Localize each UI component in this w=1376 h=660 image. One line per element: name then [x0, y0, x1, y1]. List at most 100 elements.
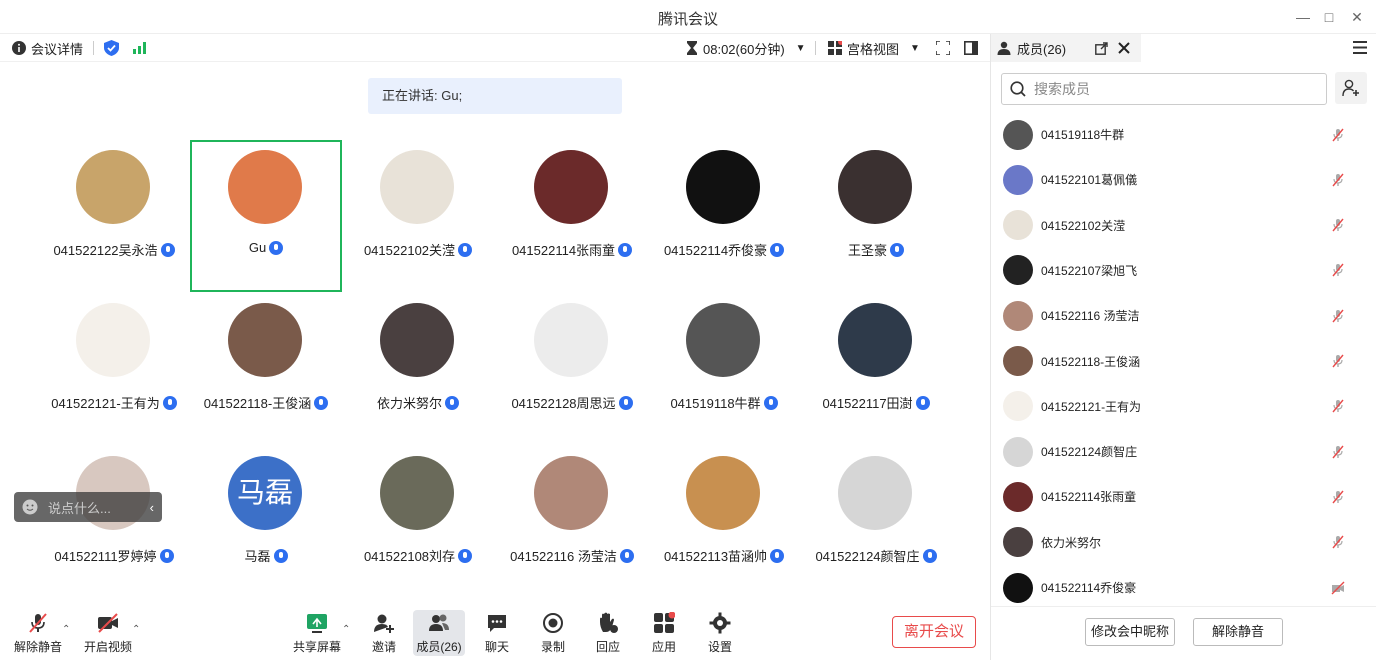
member-name: 041522121-王有为: [1041, 399, 1142, 414]
video-tile[interactable]: 041522102关滢: [342, 140, 494, 292]
share-screen-button[interactable]: 共享屏幕: [289, 610, 345, 656]
mic-icon: [770, 548, 785, 563]
start-video-button[interactable]: 开启视频: [80, 610, 136, 656]
mic-muted-icon[interactable]: [1331, 399, 1345, 413]
member-row[interactable]: 041522102关滢: [991, 203, 1376, 248]
sidebar-toggle-icon[interactable]: [964, 41, 978, 55]
avatar: [76, 150, 150, 224]
chat-button[interactable]: 聊天: [469, 610, 525, 656]
member-row[interactable]: 041522116 汤莹洁: [991, 293, 1376, 338]
close-panel-icon[interactable]: [1118, 42, 1130, 54]
maximize-icon[interactable]: □: [1318, 6, 1340, 28]
participant-name: 041522128周思远: [486, 393, 658, 412]
chevron-left-icon[interactable]: ‹: [150, 500, 154, 515]
meeting-details-button[interactable]: 会议详情: [12, 39, 83, 57]
mic-muted-icon[interactable]: [1331, 173, 1345, 187]
signal-icon[interactable]: [133, 42, 147, 54]
avatar: [76, 303, 150, 377]
members-panel: 成员(26) 搜索成员 041519118牛群 041522101葛佩儀 04152…: [990, 34, 1376, 660]
video-tile[interactable]: 041522114乔俊豪: [648, 140, 800, 292]
avatar: [1003, 527, 1033, 558]
member-row[interactable]: 041522107梁旭飞: [991, 248, 1376, 293]
chat-quick-input[interactable]: 说点什么... ‹: [14, 492, 162, 522]
video-tile[interactable]: 041522113苗涵帅: [648, 446, 800, 598]
info-icon: [12, 41, 26, 55]
unmute-button[interactable]: 解除静音: [10, 610, 66, 656]
video-tile[interactable]: 041522111罗婷婷: [38, 446, 190, 598]
mic-muted-icon[interactable]: [1331, 354, 1345, 368]
video-tile[interactable]: 041522108刘存: [342, 446, 494, 598]
member-row[interactable]: 041522101葛佩儀: [991, 157, 1376, 202]
avatar: [534, 150, 608, 224]
chat-placeholder: 说点什么...: [48, 500, 111, 516]
member-row[interactable]: 041522121-王有为: [991, 384, 1376, 429]
member-row[interactable]: 041522118-王俊涵: [991, 339, 1376, 384]
fullscreen-icon[interactable]: [936, 41, 950, 55]
video-tile[interactable]: 041519118牛群: [648, 293, 800, 445]
video-tile[interactable]: 041522124颜智庄: [800, 446, 952, 598]
invite-member-button[interactable]: [1335, 72, 1367, 104]
member-name: 041522114张雨童: [1041, 490, 1137, 505]
camera-off-icon[interactable]: [1331, 581, 1345, 595]
members-panel-footer: 修改会中昵称 解除静音: [991, 606, 1376, 660]
participant-name-text: 041522114乔俊豪: [663, 243, 768, 258]
chevron-up-icon[interactable]: ⌃: [342, 624, 350, 635]
mic-muted-icon[interactable]: [1331, 445, 1345, 459]
chevron-up-icon[interactable]: ⌃: [132, 624, 140, 635]
participant-name: 马磊: [180, 546, 352, 565]
video-tile[interactable]: 马磊 马磊: [190, 446, 342, 598]
video-tile[interactable]: 依力米努尔: [342, 293, 494, 445]
shield-icon[interactable]: [104, 40, 119, 56]
view-layout-button[interactable]: 宫格视图 ▼: [828, 39, 920, 57]
mic-muted-icon[interactable]: [1331, 490, 1345, 504]
mic-muted-icon[interactable]: [1331, 218, 1345, 232]
leave-meeting-button[interactable]: 离开会议: [892, 616, 976, 648]
participant-name: 依力米努尔: [332, 393, 504, 412]
members-panel-header: 成员(26): [991, 34, 1376, 62]
member-row[interactable]: 041522114张雨童: [991, 474, 1376, 519]
mic-icon: [890, 242, 904, 257]
member-row[interactable]: 041522124颜智庄: [991, 429, 1376, 474]
participant-name-text: Gu: [248, 240, 267, 255]
popout-icon[interactable]: [1095, 42, 1108, 55]
video-tile[interactable]: 041522114张雨童: [496, 140, 648, 292]
mic-muted-icon[interactable]: [1331, 263, 1345, 277]
meeting-timer[interactable]: 08:02(60分钟) ▼: [686, 39, 806, 57]
mic-muted-icon[interactable]: [1331, 535, 1345, 549]
member-row[interactable]: 依力米努尔: [991, 520, 1376, 565]
member-row[interactable]: 041519118牛群: [991, 112, 1376, 157]
invite-button[interactable]: 邀请: [356, 610, 412, 656]
record-button[interactable]: 录制: [525, 610, 581, 656]
grid-view-icon: [828, 41, 842, 55]
unmute-request-button[interactable]: 解除静音: [1193, 618, 1283, 646]
chevron-up-icon[interactable]: ⌃: [62, 624, 70, 635]
participant-name-text: 041522108刘存: [363, 549, 456, 564]
apps-button[interactable]: 应用: [636, 610, 692, 656]
video-tile[interactable]: 041522118-王俊涵: [190, 293, 342, 445]
mic-muted-icon[interactable]: [1331, 128, 1345, 142]
video-tile[interactable]: 041522122吴永浩: [38, 140, 190, 292]
video-tile[interactable]: 041522121-王有为: [38, 293, 190, 445]
participant-name-text: 041522124颜智庄: [815, 549, 920, 564]
view-layout-label: 宫格视图: [847, 41, 900, 57]
members-button[interactable]: 成员(26): [413, 610, 465, 656]
mic-icon: [458, 548, 473, 563]
mic-muted-icon[interactable]: [1331, 309, 1345, 323]
video-tile[interactable]: 041522128周思远: [496, 293, 648, 445]
search-placeholder: 搜索成员: [1034, 81, 1090, 97]
avatar: [1003, 572, 1033, 603]
close-icon[interactable]: ✕: [1346, 6, 1368, 28]
menu-icon[interactable]: [1353, 41, 1367, 54]
emoji-icon[interactable]: [22, 499, 38, 515]
member-row[interactable]: 041522114乔俊豪: [991, 565, 1376, 610]
video-tile[interactable]: Gu: [190, 140, 342, 292]
member-search-input[interactable]: 搜索成员: [1001, 73, 1327, 105]
rename-button[interactable]: 修改会中昵称: [1085, 618, 1175, 646]
user-icon: [997, 41, 1011, 55]
video-tile[interactable]: 041522116 汤莹洁: [496, 446, 648, 598]
minimize-icon[interactable]: —: [1292, 6, 1314, 28]
video-tile[interactable]: 王圣豪: [800, 140, 952, 292]
video-tile[interactable]: 041522117田澍: [800, 293, 952, 445]
reactions-button[interactable]: 回应: [580, 610, 636, 656]
settings-button[interactable]: 设置: [692, 610, 748, 656]
